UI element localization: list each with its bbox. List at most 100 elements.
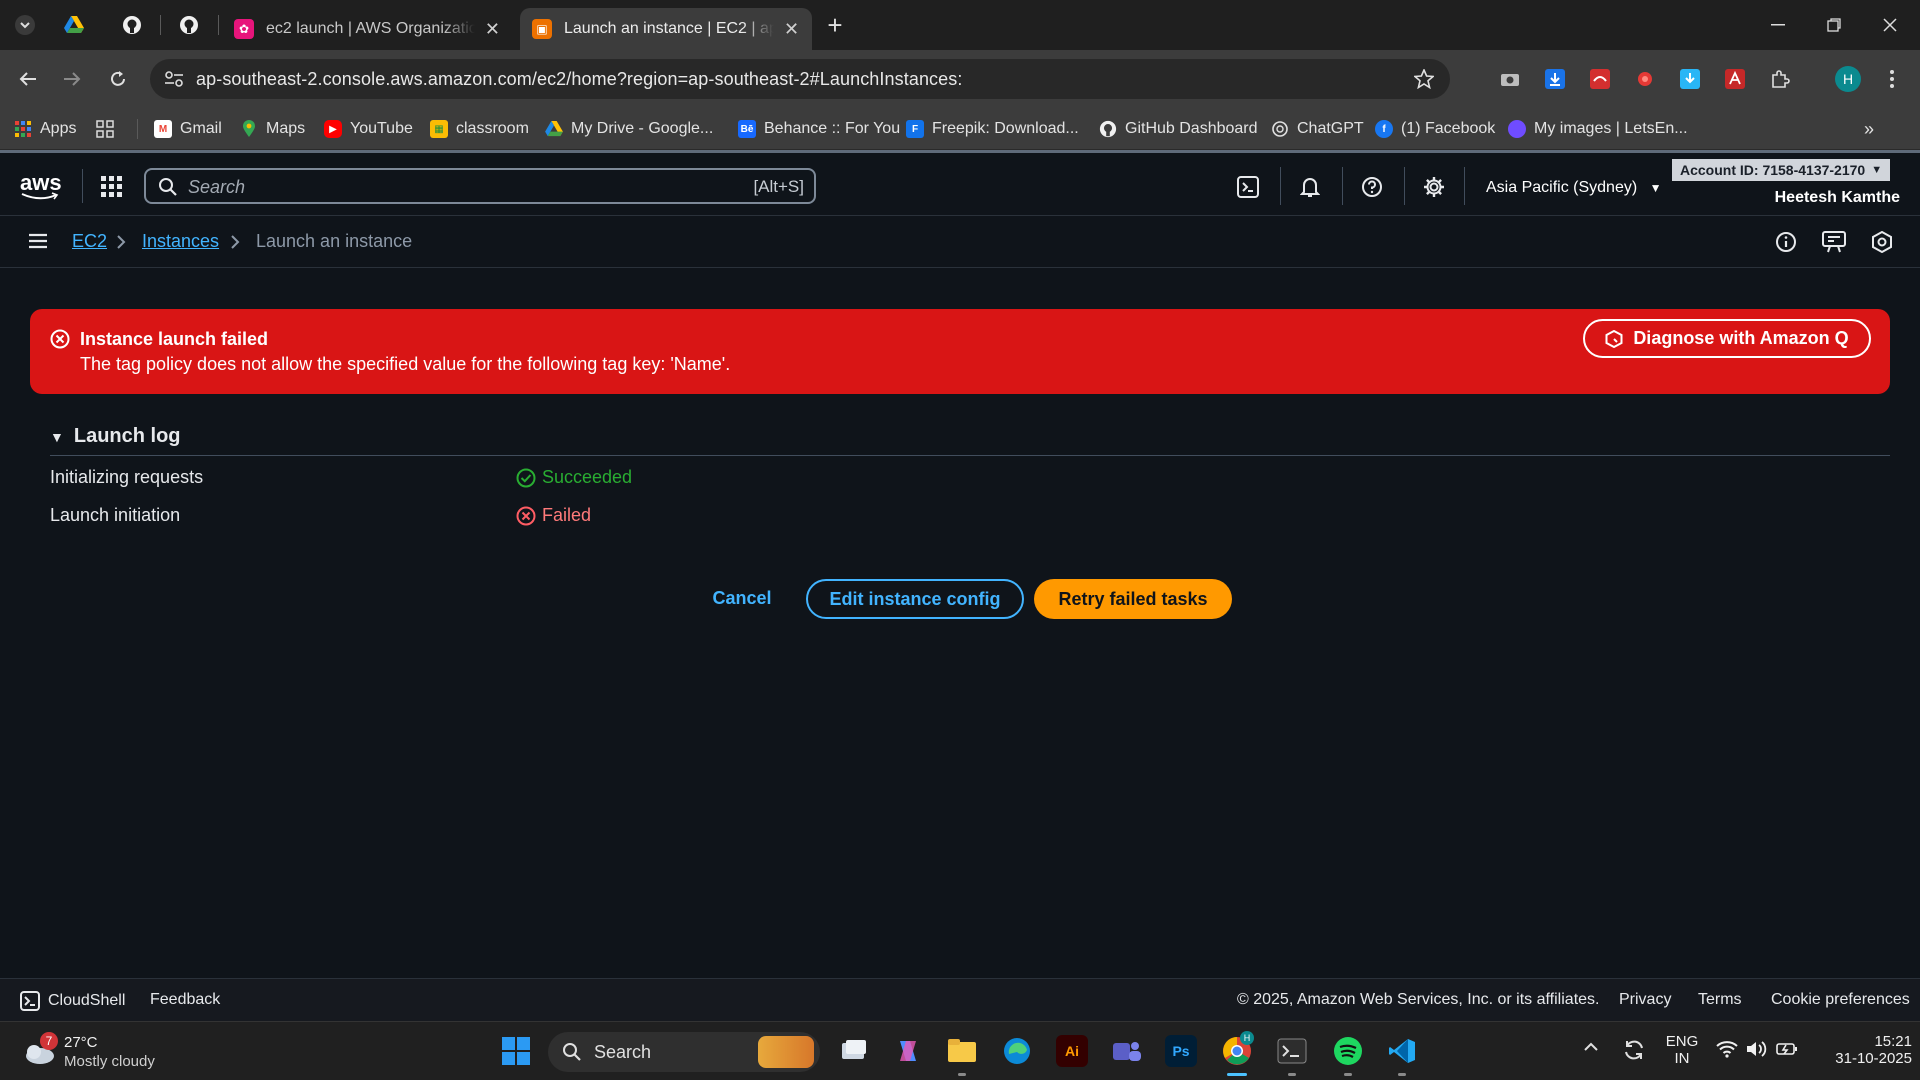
illustrator-icon[interactable]: Ai	[1056, 1035, 1088, 1067]
cloudshell-icon[interactable]	[1235, 174, 1261, 200]
bookmark-chatgpt[interactable]: ChatGPT	[1271, 119, 1364, 139]
launch-log-toggle[interactable]: ▼ Launch log	[50, 425, 181, 448]
amazon-q-panel-icon[interactable]	[1871, 231, 1893, 253]
site-info-icon[interactable]	[164, 70, 184, 88]
extensions-puzzle-icon[interactable]	[1768, 67, 1792, 91]
file-explorer-icon[interactable]	[946, 1035, 978, 1067]
privacy-link[interactable]: Privacy	[1619, 991, 1671, 1009]
download-extension-icon[interactable]	[1543, 67, 1567, 91]
vscode-icon[interactable]	[1386, 1035, 1418, 1067]
terminal-icon[interactable]	[1276, 1035, 1308, 1067]
close-window-icon[interactable]	[1870, 10, 1910, 40]
cookie-preferences-link[interactable]: Cookie preferences	[1771, 991, 1910, 1009]
pdf-extension-icon[interactable]	[1723, 67, 1747, 91]
breadcrumb-instances[interactable]: Instances	[142, 231, 219, 252]
profile-avatar[interactable]: H	[1835, 66, 1861, 92]
address-bar[interactable]: ap-southeast-2.console.aws.amazon.com/ec…	[150, 59, 1450, 99]
x-circle-icon	[516, 506, 536, 526]
cloudshell-button[interactable]: CloudShell	[20, 991, 125, 1011]
record-extension-icon[interactable]	[1633, 67, 1657, 91]
hamburger-menu-icon[interactable]	[28, 233, 48, 249]
breadcrumb-ec2[interactable]: EC2	[72, 231, 107, 252]
bookmark-gmail[interactable]: M Gmail	[154, 119, 222, 139]
spotify-icon[interactable]	[1332, 1035, 1364, 1067]
bookmark-youtube[interactable]: ▶ YouTube	[324, 119, 413, 139]
wifi-icon[interactable]	[1716, 1040, 1738, 1058]
chatgpt-icon	[1271, 120, 1289, 138]
bookmark-behance[interactable]: Bē Behance :: For You	[738, 119, 900, 139]
bookmark-apps[interactable]: Apps	[14, 119, 76, 139]
bookmark-label: Apps	[40, 120, 77, 137]
user-name[interactable]: Heetesh Kamthe	[1775, 189, 1900, 207]
tab-launch-instance[interactable]: ▣ Launch an instance | EC2 | ap-southeas…	[520, 8, 812, 50]
bookmark-maps[interactable]: Maps	[240, 119, 305, 139]
restore-icon[interactable]	[1814, 10, 1854, 40]
copilot-icon[interactable]	[892, 1035, 924, 1067]
save-extension-icon[interactable]	[1678, 67, 1702, 91]
camera-extension-icon[interactable]	[1498, 67, 1522, 91]
breadcrumb-bar: EC2 Instances Launch an instance	[0, 216, 1920, 268]
aws-logo[interactable]: aws	[20, 170, 62, 200]
input-language[interactable]: ENG IN	[1662, 1033, 1702, 1067]
bookmark-my-drive[interactable]: My Drive - Google...	[545, 119, 713, 139]
help-icon[interactable]	[1359, 174, 1385, 200]
sync-icon[interactable]	[1622, 1038, 1646, 1062]
bookmark-freepik[interactable]: F Freepik: Download...	[906, 119, 1079, 139]
show-hidden-icons[interactable]	[1583, 1042, 1599, 1052]
more-bookmarks-icon[interactable]: »	[1864, 119, 1874, 139]
diagnose-with-amazon-q-button[interactable]: Diagnose with Amazon Q	[1583, 319, 1871, 358]
aws-search-input[interactable]: Search [Alt+S]	[144, 168, 816, 204]
error-flash-banner: Instance launch failed The tag policy do…	[30, 309, 1890, 394]
bookmark-facebook[interactable]: f (1) Facebook	[1375, 119, 1495, 139]
new-tab-icon[interactable]: +	[823, 10, 847, 40]
close-tab-icon[interactable]: ✕	[784, 19, 799, 40]
diagnose-label: Diagnose with Amazon Q	[1633, 328, 1849, 348]
github-pinned-tab-icon[interactable]	[120, 13, 144, 37]
notifications-bell-icon[interactable]	[1297, 174, 1323, 200]
forward-icon[interactable]	[58, 65, 86, 93]
bookmark-star-icon[interactable]	[1414, 69, 1434, 89]
github-pinned-tab-icon[interactable]	[177, 13, 201, 37]
apps-grid-icon	[14, 120, 32, 138]
photoshop-icon[interactable]: Ps	[1165, 1035, 1197, 1067]
info-panel-icon[interactable]	[1775, 231, 1797, 253]
tab-search-dropdown-icon[interactable]	[13, 13, 37, 37]
account-id-badge[interactable]: Account ID: 7158-4137-2170 ▼	[1672, 159, 1891, 181]
edit-instance-config-button[interactable]: Edit instance config	[806, 579, 1024, 619]
bookmark-classroom[interactable]: ▦ classroom	[430, 119, 529, 139]
flash-title: Instance launch failed	[80, 329, 269, 349]
minimize-icon[interactable]	[1758, 10, 1798, 40]
terms-link[interactable]: Terms	[1698, 991, 1742, 1009]
bookmark-github-dashboard[interactable]: GitHub Dashboard	[1099, 119, 1258, 139]
bookmark-label: My Drive - Google...	[571, 120, 714, 137]
red-extension-icon[interactable]	[1588, 67, 1612, 91]
services-grid-icon[interactable]	[99, 174, 125, 200]
bookmark-my-images[interactable]: My images | LetsEn...	[1508, 119, 1688, 139]
task-view-icon[interactable]	[838, 1035, 870, 1067]
taskbar-search[interactable]: Search	[548, 1032, 820, 1072]
language-code: ENG	[1665, 1033, 1699, 1050]
reload-icon[interactable]	[104, 65, 132, 93]
google-drive-pinned-tab-icon[interactable]	[62, 13, 86, 37]
weather-widget[interactable]: 7 27°C Mostly cloudy	[20, 1032, 200, 1072]
teams-icon[interactable]	[1111, 1035, 1143, 1067]
back-icon[interactable]	[14, 65, 42, 93]
region-selector[interactable]: Asia Pacific (Sydney) ▼	[1486, 179, 1662, 197]
clock[interactable]: 15:21 31-10-2025	[1812, 1033, 1912, 1067]
feedback-link[interactable]: Feedback	[150, 991, 220, 1009]
tab-aws-organizations[interactable]: ✿ ec2 launch | AWS Organizations ✕	[222, 8, 512, 50]
windows-start-icon[interactable]	[500, 1035, 532, 1067]
browser-menu-icon[interactable]	[1880, 67, 1904, 91]
retry-failed-tasks-button[interactable]: Retry failed tasks	[1034, 579, 1232, 619]
browser-toolbar: ap-southeast-2.console.aws.amazon.com/ec…	[0, 50, 1920, 108]
tutorial-panel-icon[interactable]	[1822, 231, 1846, 253]
cancel-button[interactable]: Cancel	[706, 580, 778, 616]
tab-groups-icon[interactable]	[96, 119, 114, 139]
weather-alert-badge: 7	[40, 1032, 58, 1050]
settings-gear-icon[interactable]	[1421, 174, 1447, 200]
aws-top-navigation: aws Search [Alt+S] Asia Pacific (Sydney)…	[0, 150, 1920, 216]
battery-icon[interactable]	[1776, 1041, 1798, 1057]
volume-icon[interactable]	[1746, 1040, 1768, 1058]
close-tab-icon[interactable]: ✕	[485, 19, 500, 40]
edge-icon[interactable]	[1001, 1035, 1033, 1067]
